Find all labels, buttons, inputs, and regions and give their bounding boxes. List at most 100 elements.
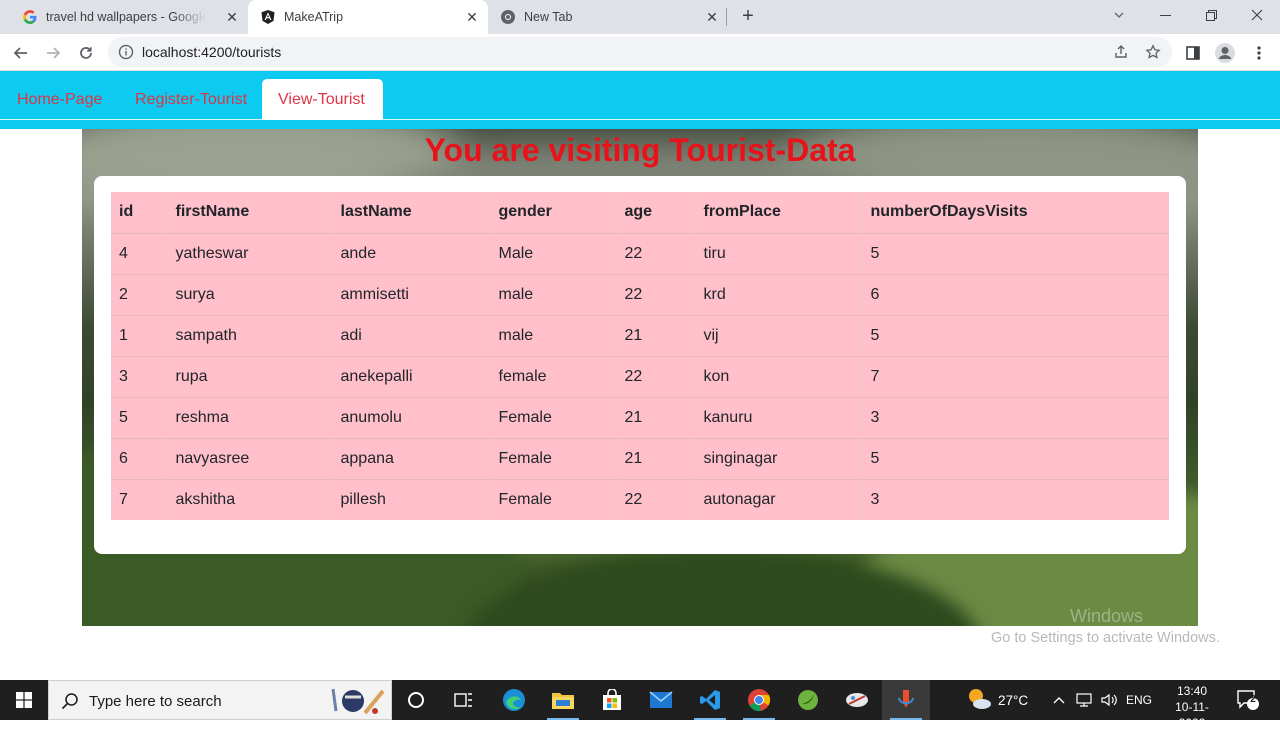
cell-firstname: reshma — [167, 397, 333, 439]
network-icon[interactable] — [1076, 680, 1094, 720]
address-bar[interactable]: localhost:4200/tourists — [108, 37, 1172, 67]
cell-id: 6 — [111, 438, 168, 480]
language-indicator[interactable]: ENG — [1126, 680, 1152, 720]
taskbar-search-box[interactable]: Type here to search — [48, 680, 392, 720]
search-icon — [61, 692, 79, 710]
table-row: 3 rupa anekepalli female 22 kon 7 — [111, 356, 1169, 398]
tourist-table-card: id firstName lastName gender age fromPla… — [94, 176, 1186, 554]
google-icon — [22, 9, 38, 25]
table-header-row: id firstName lastName gender age fromPla… — [111, 192, 1169, 234]
active-app-icon[interactable] — [882, 680, 930, 720]
show-hidden-icons-chevron-icon[interactable] — [1052, 680, 1066, 720]
spring-tool-icon[interactable] — [784, 680, 832, 720]
browser-tab-google[interactable]: travel hd wallpapers - Google Se ✕ — [8, 0, 248, 34]
browser-tab-makeatrip[interactable]: MakeATrip ✕ — [248, 0, 488, 34]
cell-days: 3 — [870, 490, 880, 508]
close-icon[interactable]: ✕ — [464, 9, 480, 25]
task-view-icon[interactable] — [440, 680, 488, 720]
minimize-icon[interactable] — [1142, 0, 1188, 30]
column-header-age: age — [616, 192, 696, 234]
table-row: 1 sampath adi male 21 vij 5 — [111, 315, 1169, 357]
cell-gender: Female — [490, 397, 617, 439]
share-icon[interactable] — [1112, 43, 1130, 61]
activate-windows-text: Go to Settings to activate Windows. — [991, 630, 1220, 646]
app-navbar: Home-Page Register-Tourist View-Tourist — [0, 71, 1280, 129]
nav-underline — [382, 119, 1280, 120]
tab-search-chevron-icon[interactable] — [1096, 0, 1142, 30]
windows-taskbar: Type here to search 27°C ENG 13:40 10-11… — [0, 680, 1280, 730]
cell-gender: male — [490, 274, 617, 316]
cell-age: 22 — [616, 274, 696, 316]
volume-icon[interactable] — [1100, 680, 1118, 720]
forward-arrow-icon[interactable] — [40, 40, 66, 66]
tab-title: MakeATrip — [284, 10, 344, 24]
notification-center-icon[interactable]: 2 — [1236, 680, 1260, 720]
microsoft-store-icon[interactable] — [588, 680, 636, 720]
cell-days: 3 — [862, 397, 1169, 439]
column-header-lastname: lastName — [332, 192, 491, 234]
cortana-circle-icon[interactable] — [392, 680, 440, 720]
bookmark-star-icon[interactable] — [1144, 43, 1162, 61]
cell-gender: male — [490, 315, 617, 357]
side-panel-icon[interactable] — [1180, 40, 1206, 66]
browser-tab-strip: travel hd wallpapers - Google Se ✕ MakeA… — [0, 0, 1280, 34]
chrome-icon — [500, 9, 516, 25]
cell-fromplace: autonagar — [695, 479, 863, 520]
weather-widget[interactable]: 27°C — [966, 680, 1028, 720]
cell-days: 7 — [862, 356, 1169, 398]
cell-gender: Female — [490, 438, 617, 480]
browser-toolbar: localhost:4200/tourists — [0, 34, 1280, 71]
cell-age: 22 — [616, 356, 696, 398]
menu-kebab-icon[interactable] — [1246, 40, 1272, 66]
cell-firstname: navyasree — [167, 438, 333, 480]
chrome-taskbar-icon[interactable] — [735, 680, 783, 720]
cell-id: 4 — [111, 233, 168, 275]
cell-age: 22 — [616, 233, 696, 275]
cell-id: 3 — [111, 356, 168, 398]
cell-lastname: appana — [332, 438, 491, 480]
tab-separator — [726, 8, 727, 26]
column-header-gender: gender — [490, 192, 617, 234]
close-icon[interactable]: ✕ — [224, 9, 240, 25]
cell-days: 5 — [862, 315, 1169, 357]
nav-link-view-tourist[interactable]: View-Tourist — [262, 79, 383, 120]
column-header-id: id — [111, 192, 168, 234]
restore-icon[interactable] — [1188, 0, 1234, 30]
cell-firstname: sampath — [167, 315, 333, 357]
snipping-tool-icon[interactable] — [833, 680, 881, 720]
page-heading: You are visiting Tourist-Data — [424, 132, 856, 168]
cell-firstname: surya — [167, 274, 333, 316]
nav-link-home-page[interactable]: Home-Page — [1, 79, 118, 120]
cell-age: 21 — [616, 315, 696, 357]
cell-days: 5 — [862, 438, 1169, 480]
site-info-icon[interactable] — [118, 44, 134, 60]
cell-gender: Female — [490, 479, 617, 520]
cell-id: 7 — [111, 479, 168, 520]
cell-id: 2 — [111, 274, 168, 316]
table-row: 7 akshitha pillesh Female 22 autonagar 3 — [111, 479, 1169, 520]
search-highlight-cricket-icon — [325, 685, 387, 717]
mail-icon[interactable] — [637, 680, 685, 720]
new-tab-plus-icon[interactable]: + — [736, 5, 760, 29]
file-explorer-icon[interactable] — [539, 680, 587, 720]
windows-start-icon[interactable] — [0, 680, 48, 720]
close-icon[interactable]: ✕ — [704, 9, 720, 25]
cell-fromplace: singinagar — [695, 438, 863, 480]
column-header-fromplace: fromPlace — [695, 192, 863, 234]
angular-icon — [260, 9, 276, 25]
nav-link-register-tourist[interactable]: Register-Tourist — [119, 79, 263, 120]
vscode-icon[interactable] — [686, 680, 734, 720]
taskbar-clock[interactable]: 13:40 10-11-2022 — [1162, 683, 1222, 731]
cell-firstname: akshitha — [167, 479, 333, 520]
reload-icon[interactable] — [73, 40, 99, 66]
cell-lastname: ammisetti — [332, 274, 491, 316]
taskbar-search-placeholder: Type here to search — [89, 693, 222, 710]
profile-avatar-icon[interactable] — [1212, 40, 1238, 66]
browser-tab-newtab[interactable]: New Tab ✕ — [488, 0, 728, 34]
cell-age: 22 — [616, 479, 696, 520]
window-close-icon[interactable] — [1234, 0, 1280, 30]
address-url: localhost:4200/tourists — [142, 44, 282, 60]
edge-browser-icon[interactable] — [490, 680, 538, 720]
table-row: 2 surya ammisetti male 22 krd 6 — [111, 274, 1169, 316]
back-arrow-icon[interactable] — [8, 40, 34, 66]
